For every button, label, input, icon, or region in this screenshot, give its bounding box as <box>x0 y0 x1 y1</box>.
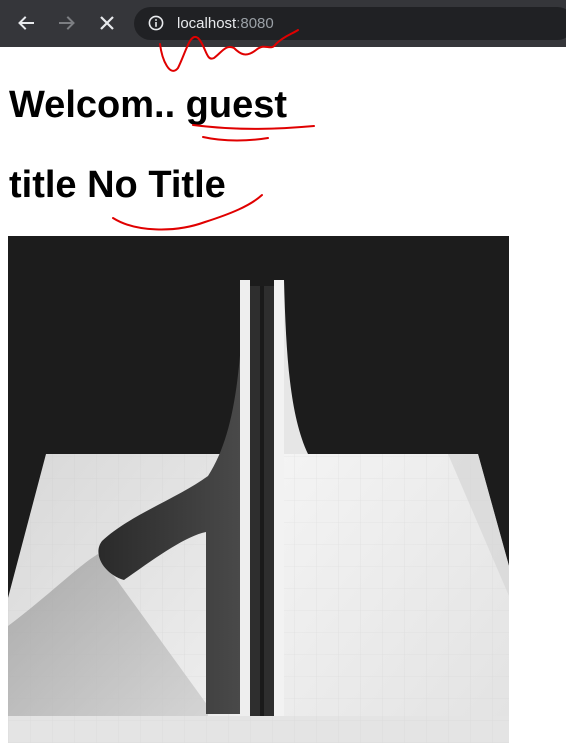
address-bar[interactable]: localhost:8080 <box>134 7 566 40</box>
back-button[interactable] <box>11 8 41 38</box>
arrow-left-icon <box>18 16 34 30</box>
building-image <box>8 236 509 743</box>
url-host: localhost <box>177 15 237 32</box>
browser-toolbar: localhost:8080 <box>0 0 566 47</box>
url-port: :8080 <box>236 15 274 32</box>
welcome-heading: Welcom.. guest <box>9 84 288 126</box>
title-heading: title No Title <box>9 164 226 206</box>
stop-loading-button[interactable] <box>92 8 122 38</box>
url-text[interactable]: localhost:8080 <box>177 15 274 32</box>
architecture-photo <box>8 236 509 743</box>
close-icon <box>100 16 114 30</box>
arrow-right-icon <box>59 16 75 30</box>
info-icon[interactable] <box>148 15 164 31</box>
guest-second-underline-annotation <box>202 136 269 142</box>
forward-button[interactable] <box>52 8 82 38</box>
